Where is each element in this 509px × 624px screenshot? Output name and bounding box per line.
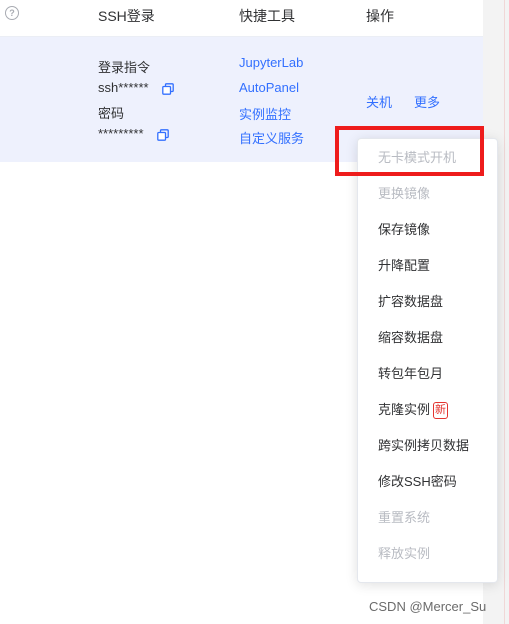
login-command-value: ssh****** (98, 80, 149, 95)
quick-tool-custom-service-link[interactable]: 自定义服务 (239, 128, 304, 147)
quick-tool-jupyterlab-link[interactable]: JupyterLab (239, 55, 303, 70)
more-actions-dropdown: 无卡模式开机 更换镜像 保存镜像 升降配置 扩容数据盘 缩容数据盘 转包年包月 … (357, 138, 498, 583)
menu-item-scale-config[interactable]: 升降配置 (378, 257, 430, 275)
question-circle-icon[interactable]: ? (5, 6, 19, 20)
login-command-label: 登录指令 (98, 60, 151, 75)
quick-tool-autopanel-link[interactable]: AutoPanel (239, 80, 299, 95)
instance-table-page: ? SSH登录 快捷工具 操作 登录指令 ssh****** 密码 ******… (0, 0, 509, 624)
menu-item-reset-system[interactable]: 重置系统 (378, 509, 430, 527)
gutter-divider (504, 0, 505, 624)
menu-item-change-ssh-password[interactable]: 修改SSH密码 (378, 473, 457, 491)
column-header-quick-tools: 快捷工具 (239, 8, 295, 24)
menu-item-shrink-disk[interactable]: 缩容数据盘 (378, 329, 443, 347)
quick-tool-instance-monitor-link[interactable]: 实例监控 (239, 104, 291, 123)
menu-item-save-image[interactable]: 保存镜像 (378, 221, 430, 239)
table-header-row: ? SSH登录 快捷工具 操作 (0, 0, 483, 37)
menu-item-clone-instance[interactable]: 克隆实例新 (378, 401, 449, 419)
menu-item-switch-monthly[interactable]: 转包年包月 (378, 365, 443, 383)
more-actions-button[interactable]: 更多 (414, 92, 440, 111)
new-badge: 新 (433, 402, 449, 419)
menu-item-release-instance[interactable]: 释放实例 (378, 545, 430, 563)
menu-item-expand-disk[interactable]: 扩容数据盘 (378, 293, 443, 311)
column-header-actions: 操作 (366, 8, 394, 24)
menu-item-change-image[interactable]: 更换镜像 (378, 185, 430, 203)
column-header-ssh-login: SSH登录 (98, 8, 155, 24)
copy-login-command-icon[interactable] (162, 83, 174, 95)
password-label: 密码 (98, 106, 125, 121)
menu-item-clone-label: 克隆实例 (378, 402, 431, 417)
password-value: ********* (98, 126, 144, 141)
menu-item-cross-copy-data[interactable]: 跨实例拷贝数据 (378, 437, 469, 455)
shutdown-button[interactable]: 关机 (366, 92, 392, 111)
annotation-highlight-box (335, 126, 484, 176)
watermark-text: CSDN @Mercer_Su (369, 599, 487, 614)
copy-password-icon[interactable] (157, 129, 169, 141)
